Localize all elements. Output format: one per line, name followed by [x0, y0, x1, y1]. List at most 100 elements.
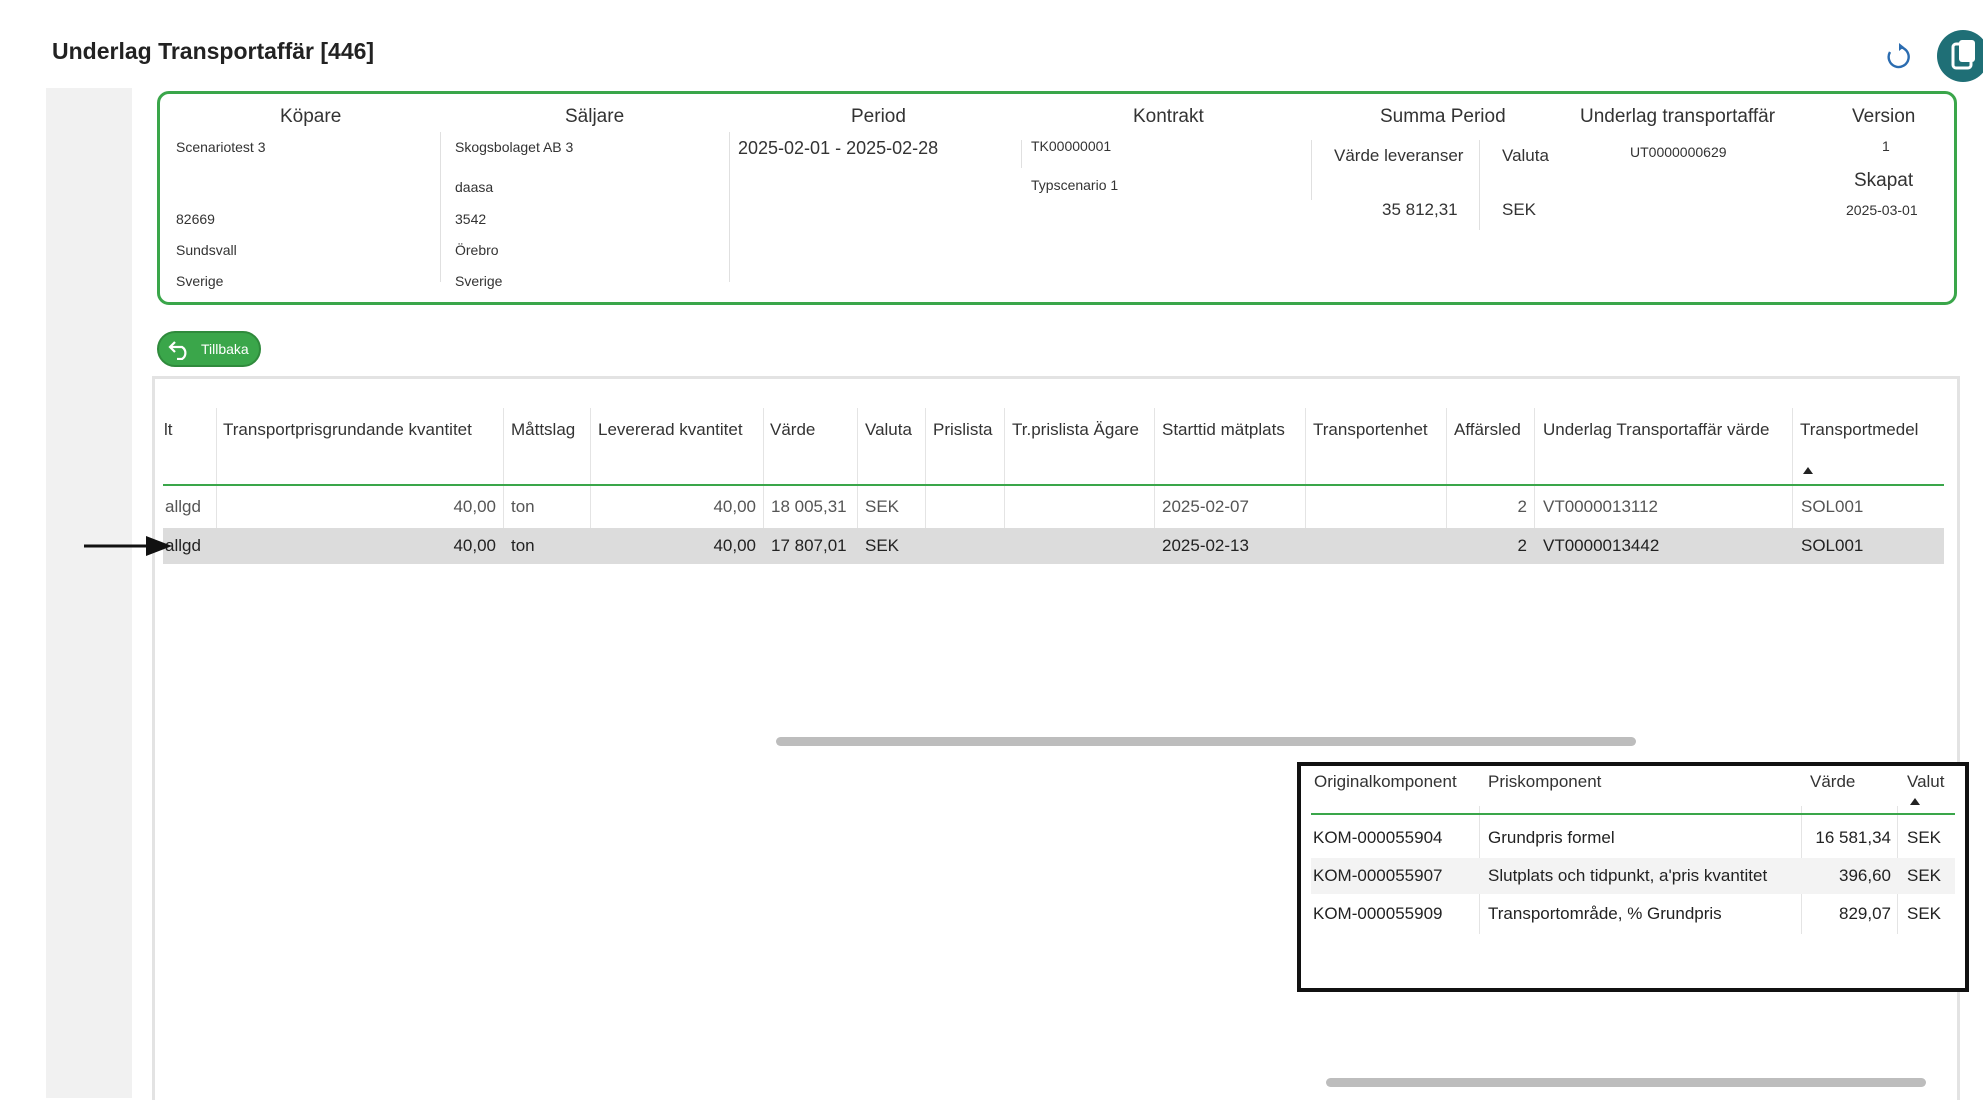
saljare-section: Säljare Skogsbolaget AB 3 daasa 3542 Öre… [441, 94, 729, 294]
saljare-name: Skogsbolaget AB 3 [455, 139, 574, 155]
pointer-arrow-icon [84, 536, 172, 556]
cell-priskomponent: Transportområde, % Grundpris [1488, 904, 1722, 923]
cell-originalkomponent: KOM-000055909 [1313, 904, 1443, 923]
sub-grid-horizontal-scrollbar[interactable] [1326, 1078, 1926, 1087]
cell-varde: 16 581,34 [1815, 828, 1891, 847]
version-label: Version [1852, 106, 1916, 127]
cell-priskomponent: Slutplats och tidpunkt, a'pris kvantitet [1488, 866, 1768, 885]
grid-header-transportenhet[interactable]: Transportenhet [1313, 420, 1428, 440]
cell-valuta: SEK [1907, 866, 1942, 885]
saljare-label: Säljare [565, 106, 625, 127]
kopare-label: Köpare [280, 106, 342, 127]
cell-valuta: SEK [865, 497, 900, 516]
cell-underlag-varde: VT0000013442 [1543, 536, 1660, 555]
grid-header-lt[interactable]: lt [164, 420, 173, 440]
cell-lt: allgd [165, 497, 201, 516]
cell-originalkomponent: KOM-000055907 [1313, 866, 1443, 885]
kopare-name: Scenariotest 3 [176, 139, 266, 155]
version-section: Version 1 Skapat 2025-03-01 [1820, 94, 1950, 294]
period-section: Period 2025-02-01 - 2025-02-28 [730, 94, 1020, 294]
sub-header-valuta[interactable]: Valut [1907, 772, 1945, 792]
header-card: Köpare Scenariotest 3 82669 Sundsvall Sv… [157, 91, 1957, 305]
cell-varde: 829,07 [1839, 904, 1891, 923]
grid-horizontal-scrollbar[interactable] [776, 737, 1636, 746]
saljare-city: Örebro [455, 242, 499, 258]
cell-levererad-kvantitet: 40,00 [713, 497, 756, 516]
left-rail [46, 88, 132, 1098]
valuta-label: Valuta [1502, 146, 1549, 165]
summa-period-section: Summa Period Värde leveranser Valuta 35 … [1312, 94, 1582, 294]
underlag-value: UT0000000629 [1630, 144, 1727, 160]
kopare-section: Köpare Scenariotest 3 82669 Sundsvall Sv… [160, 94, 440, 294]
saljare-extra: daasa [455, 179, 494, 195]
kontrakt-section: Kontrakt TK00000001 Typscenario 1 [1022, 94, 1312, 294]
summa-varde: 35 812,31 [1382, 200, 1458, 219]
skapat-value: 2025-03-01 [1846, 202, 1918, 218]
refresh-icon[interactable] [1884, 42, 1914, 72]
underlag-label: Underlag transportaffär [1580, 106, 1776, 127]
cell-transportmedel: SOL001 [1801, 536, 1864, 555]
app-switcher-button[interactable] [1937, 30, 1983, 82]
grid-header-starttid-matplats[interactable]: Starttid mätplats [1162, 420, 1285, 440]
cell-mattslag: ton [511, 536, 535, 555]
selected-row-highlight [163, 528, 1944, 564]
cell-levererad-kvantitet: 40,00 [713, 536, 756, 555]
grid-header-levererad-kvantitet[interactable]: Levererad kvantitet [598, 420, 743, 440]
back-button-label: Tillbaka [201, 341, 249, 357]
cell-prisgrundande-kvantitet: 40,00 [453, 497, 496, 516]
cell-mattslag: ton [511, 497, 535, 516]
grid-header-underline [163, 484, 1944, 486]
saljare-country: Sverige [455, 273, 503, 289]
sub-header-originalkomponent[interactable]: Originalkomponent [1314, 772, 1457, 792]
summa-period-label: Summa Period [1380, 106, 1506, 127]
cell-underlag-varde: VT0000013112 [1543, 497, 1659, 516]
varde-leveranser-label: Värde leveranser [1334, 146, 1464, 165]
grid-header-prisgrundande-kvantitet[interactable]: Transportprisgrundande kvantitet [223, 420, 472, 440]
kopare-city: Sundsvall [176, 242, 237, 258]
sub-header-varde[interactable]: Värde [1810, 772, 1855, 792]
page-title: Underlag Transportaffär [446] [52, 38, 375, 64]
cell-affarsled: 2 [1517, 536, 1527, 555]
grid-header-prislista[interactable]: Prislista [933, 420, 993, 440]
undo-icon [168, 341, 187, 360]
cell-affarsled: 2 [1517, 497, 1527, 516]
summa-valuta: SEK [1502, 200, 1537, 219]
skapat-label: Skapat [1854, 170, 1914, 191]
cell-starttid: 2025-02-13 [1162, 536, 1249, 555]
cell-starttid: 2025-02-07 [1162, 497, 1249, 516]
period-label: Period [851, 106, 906, 127]
cell-varde: 18 005,31 [771, 497, 847, 516]
cell-varde: 17 807,01 [771, 536, 847, 555]
sub-header-priskomponent[interactable]: Priskomponent [1488, 772, 1601, 792]
grid-header-tr-prislista-agare[interactable]: Tr.prislista Ägare [1012, 420, 1139, 440]
divider [1479, 140, 1480, 230]
sub-grid-header-underline [1311, 813, 1955, 815]
grid-header-transportmedel[interactable]: Transportmedel [1800, 420, 1918, 440]
kontrakt-scenario: Typscenario 1 [1031, 177, 1119, 193]
grid-header-valuta[interactable]: Valuta [865, 420, 912, 440]
cell-priskomponent: Grundpris formel [1488, 828, 1615, 847]
grid-header-affarsled[interactable]: Affärsled [1454, 420, 1521, 440]
underlag-section: Underlag transportaffär UT0000000629 [1580, 94, 1820, 294]
grid-header-varde[interactable]: Värde [770, 420, 815, 440]
cell-originalkomponent: KOM-000055904 [1313, 828, 1443, 847]
cell-varde: 396,60 [1839, 866, 1891, 885]
cell-prisgrundande-kvantitet: 40,00 [453, 536, 496, 555]
grid-header-underlag-varde[interactable]: Underlag Transportaffär värde [1543, 420, 1769, 440]
version-value: 1 [1882, 138, 1890, 154]
kontrakt-label: Kontrakt [1133, 106, 1204, 127]
saljare-postal-code: 3542 [455, 211, 487, 227]
cell-valuta: SEK [1907, 828, 1942, 847]
sort-ascending-icon[interactable] [1803, 467, 1813, 474]
kopare-country: Sverige [176, 273, 224, 289]
kontrakt-number: TK00000001 [1031, 138, 1112, 154]
cell-valuta: SEK [865, 536, 900, 555]
kopare-postal-code: 82669 [176, 211, 215, 227]
cell-valuta: SEK [1907, 904, 1942, 923]
back-button[interactable]: Tillbaka [157, 331, 261, 367]
period-value: 2025-02-01 - 2025-02-28 [738, 138, 939, 158]
cell-transportmedel: SOL001 [1801, 497, 1864, 516]
sort-ascending-icon[interactable] [1910, 798, 1920, 805]
grid-header-mattslag[interactable]: Måttslag [511, 420, 575, 440]
document-icon [1951, 40, 1975, 70]
